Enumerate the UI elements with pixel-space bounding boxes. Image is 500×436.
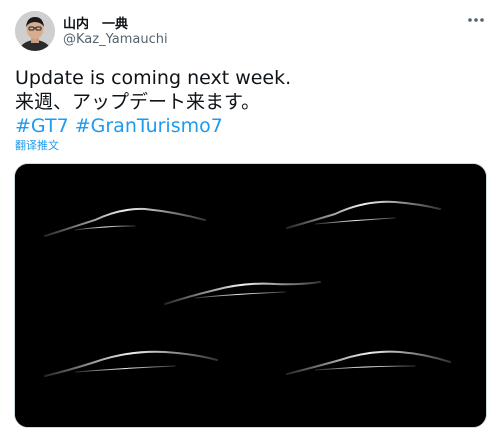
hashtag-gt7[interactable]: #GT7 <box>15 115 69 137</box>
translate-tweet-link[interactable]: 翻译推文 <box>15 137 59 153</box>
avatar[interactable] <box>15 11 55 51</box>
hashtag-line: #GT7 #GranTurismo7 <box>15 114 485 138</box>
tweet-media-image[interactable] <box>14 163 487 428</box>
hashtag-granturismo7[interactable]: #GranTurismo7 <box>75 115 223 137</box>
tweet-text-line-japanese: 来週、アップデート来ます。 <box>15 91 261 113</box>
more-options-button[interactable] <box>462 10 490 30</box>
author-display-name[interactable]: 山内 一典 <box>63 13 128 32</box>
car-silhouettes-image <box>15 164 486 427</box>
author-handle[interactable]: @Kaz_Yamauchi <box>63 32 168 47</box>
tweet-card: 山内 一典 @Kaz_Yamauchi Update is coming nex… <box>0 0 500 436</box>
more-dots-icon <box>468 18 484 22</box>
person-avatar-icon <box>15 11 55 51</box>
tweet-text-line-english: Update is coming next week. <box>15 67 292 89</box>
tweet-text: Update is coming next week. 来週、アップデート来ます… <box>15 66 485 138</box>
